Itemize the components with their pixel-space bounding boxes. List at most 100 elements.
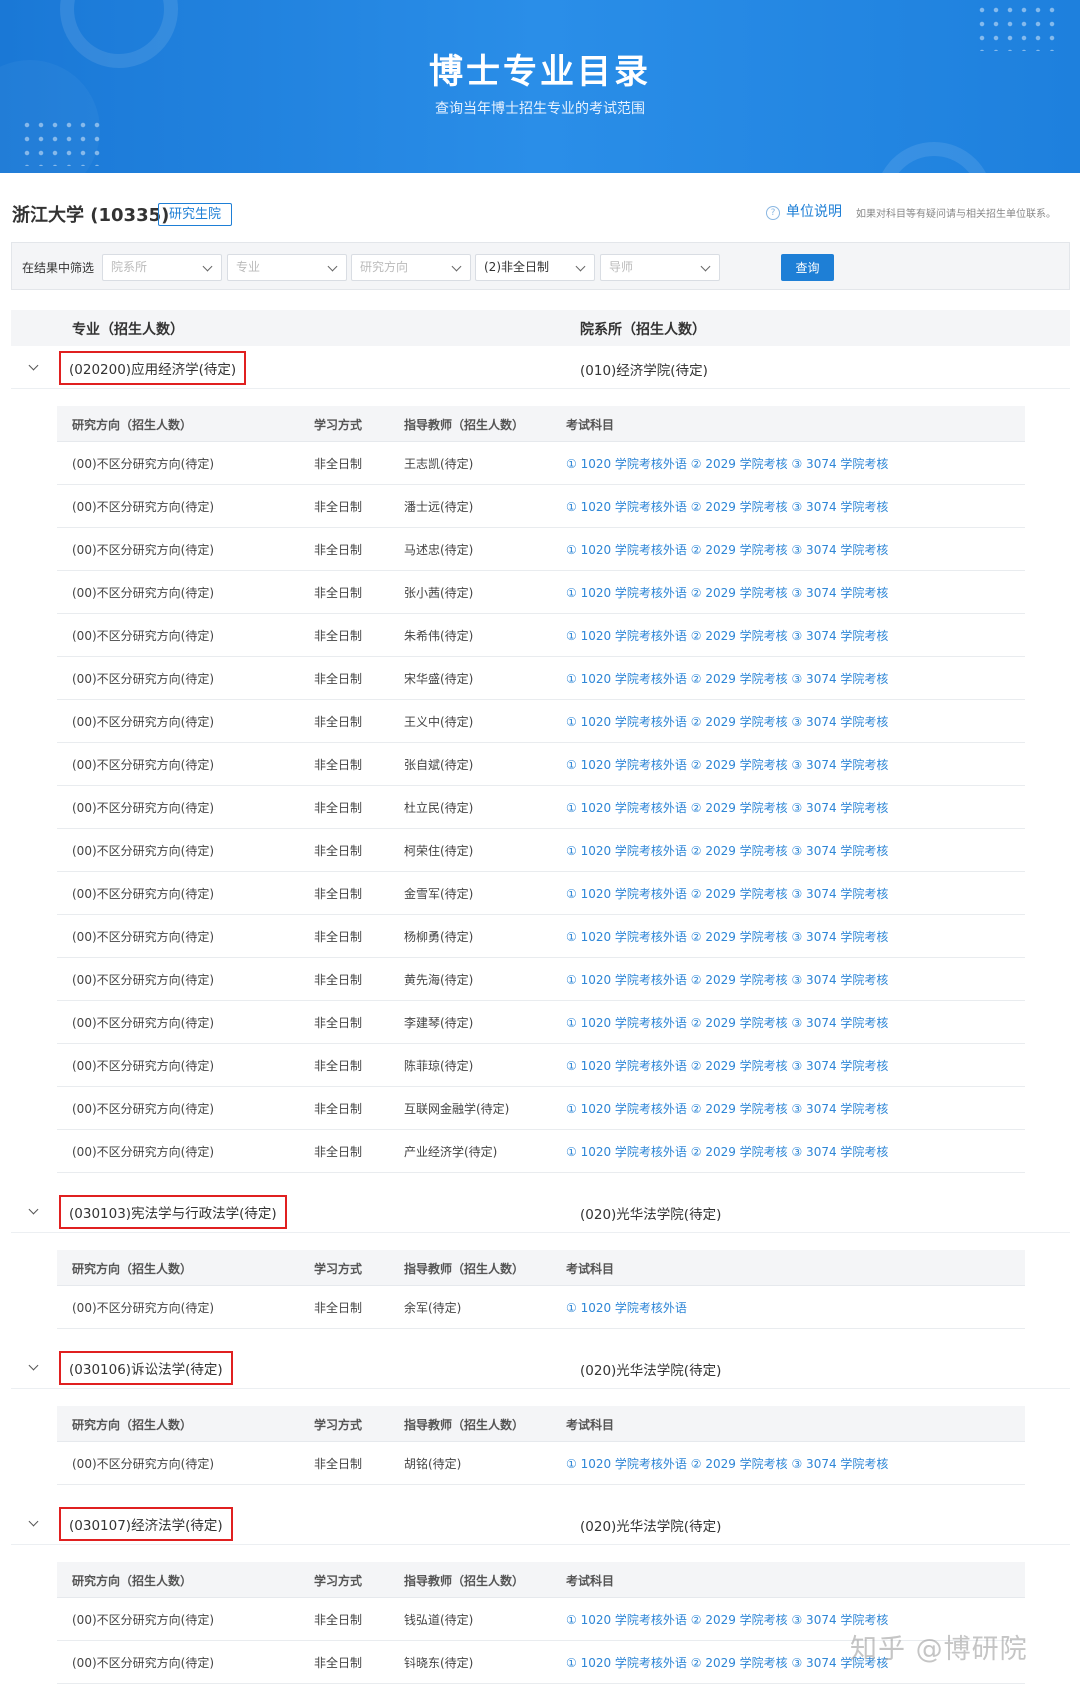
- col-advisor-header: 指导教师（招生人数）: [404, 1262, 525, 1276]
- advisor-cell: 王义中(待定): [404, 715, 474, 729]
- advisor-cell: 钭晓东(待定): [404, 1656, 474, 1670]
- sub-table: 研究方向（招生人数） 学习方式 指导教师（招生人数） 考试科目 (00)不区分研究方向(…: [57, 406, 1025, 1173]
- table-row: (00)不区分研究方向(待定) 非全日制 马述忠(待定) ① 1020 学院考核外语 …: [57, 528, 1025, 571]
- page-subtitle: 查询当年博士招生专业的考试范围: [435, 101, 645, 117]
- chevron-down-icon: [327, 261, 338, 272]
- table-row: (00)不区分研究方向(待定) 非全日制 王志凯(待定) ① 1020 学院考核外语 …: [57, 442, 1025, 485]
- advisor-cell: 互联网金融学(待定): [404, 1102, 510, 1116]
- mode-cell: 非全日制: [314, 1656, 363, 1670]
- mode-cell: 非全日制: [314, 1016, 363, 1030]
- major-name[interactable]: (030103)宪法学与行政法学(待定): [59, 1195, 287, 1229]
- chevron-down-icon[interactable]: [28, 1360, 39, 1371]
- major-name[interactable]: (030107)经济法学(待定): [59, 1507, 233, 1541]
- advisor-cell: 柯荣住(待定): [404, 844, 474, 858]
- table-row: (00)不区分研究方向(待定) 非全日制 胡铭(待定) ① 1020 学院考核外语 ②…: [57, 1442, 1025, 1485]
- major-select[interactable]: 专业: [227, 254, 347, 281]
- mode-cell: 非全日制: [314, 973, 363, 987]
- sub-table-header: 研究方向（招生人数） 学习方式 指导教师（招生人数） 考试科目: [57, 1562, 1025, 1598]
- direction-cell: (00)不区分研究方向(待定): [72, 930, 214, 944]
- major-name[interactable]: (020200)应用经济学(待定): [59, 351, 247, 385]
- department-name: (010)经济学院(待定): [580, 363, 708, 379]
- exam-subjects-link[interactable]: ① 1020 学院考核外语 ② 2029 学院考核 ③ 3074 学院考核: [566, 885, 888, 902]
- department-name: (020)光华法学院(待定): [580, 1207, 722, 1223]
- direction-cell: (00)不区分研究方向(待定): [72, 715, 214, 729]
- table-row: (00)不区分研究方向(待定) 非全日制 杜立民(待定) ① 1020 学院考核外语 …: [57, 786, 1025, 829]
- table-row: (00)不区分研究方向(待定) 非全日制 宋华盛(待定) ① 1020 学院考核外语 …: [57, 657, 1025, 700]
- exam-subjects-link[interactable]: ① 1020 学院考核外语 ② 2029 学院考核 ③ 3074 学院考核: [566, 584, 888, 601]
- main-table-header: 专业（招生人数） 院系所（招生人数）: [11, 310, 1070, 346]
- mode-cell: 非全日制: [314, 844, 363, 858]
- mode-cell: 非全日制: [314, 672, 363, 686]
- graduate-school-badge[interactable]: 研究生院: [158, 203, 233, 226]
- unit-note-link[interactable]: ? 单位说明: [766, 201, 842, 221]
- exam-subjects-link[interactable]: ① 1020 学院考核外语 ② 2029 学院考核 ③ 3074 学院考核: [566, 455, 888, 472]
- direction-cell: (00)不区分研究方向(待定): [72, 1457, 214, 1471]
- direction-cell: (00)不区分研究方向(待定): [72, 1613, 214, 1627]
- direction-cell: (00)不区分研究方向(待定): [72, 758, 214, 772]
- col-direction-header: 研究方向（招生人数）: [72, 418, 193, 432]
- exam-subjects-link[interactable]: ① 1020 学院考核外语 ② 2029 学院考核 ③ 3074 学院考核: [566, 541, 888, 558]
- major-row[interactable]: (030107)经济法学(待定) (020)光华法学院(待定): [11, 1504, 1070, 1545]
- exam-subjects-link[interactable]: ① 1020 学院考核外语 ② 2029 学院考核 ③ 3074 学院考核: [566, 1654, 888, 1671]
- exam-subjects-link[interactable]: ① 1020 学院考核外语 ② 2029 学院考核 ③ 3074 学院考核: [566, 799, 888, 816]
- filter-label: 在结果中筛选: [22, 261, 95, 275]
- exam-subjects-link[interactable]: ① 1020 学院考核外语 ② 2029 学院考核 ③ 3074 学院考核: [566, 627, 888, 644]
- direction-cell: (00)不区分研究方向(待定): [72, 586, 214, 600]
- advisor-select[interactable]: 导师: [600, 254, 720, 281]
- mode-cell: 非全日制: [314, 586, 363, 600]
- chevron-down-icon[interactable]: [28, 360, 39, 371]
- sub-table-header: 研究方向（招生人数） 学习方式 指导教师（招生人数） 考试科目: [57, 1250, 1025, 1286]
- table-row: (00)不区分研究方向(待定) 非全日制 张小茜(待定) ① 1020 学院考核外语 …: [57, 571, 1025, 614]
- major-row[interactable]: (030106)诉讼法学(待定) (020)光华法学院(待定): [11, 1348, 1070, 1389]
- advisor-cell: 产业经济学(待定): [404, 1145, 498, 1159]
- mode-cell: 非全日制: [314, 500, 363, 514]
- exam-subjects-link[interactable]: ① 1020 学院考核外语 ② 2029 学院考核 ③ 3074 学院考核: [566, 670, 888, 687]
- mode-cell: 非全日制: [314, 1102, 363, 1116]
- advisor-cell: 黄先海(待定): [404, 973, 474, 987]
- major-row[interactable]: (030103)宪法学与行政法学(待定) (020)光华法学院(待定): [11, 1192, 1070, 1233]
- direction-cell: (00)不区分研究方向(待定): [72, 629, 214, 643]
- watermark: 知乎 @博研院: [850, 1634, 1028, 1665]
- col-exam-header: 考试科目: [566, 1574, 615, 1588]
- exam-subjects-link[interactable]: ① 1020 学院考核外语 ② 2029 学院考核 ③ 3074 学院考核: [566, 971, 888, 988]
- exam-subjects-link[interactable]: ① 1020 学院考核外语 ② 2029 学院考核 ③ 3074 学院考核: [566, 842, 888, 859]
- exam-subjects-link[interactable]: ① 1020 学院考核外语 ② 2029 学院考核 ③ 3074 学院考核: [566, 713, 888, 730]
- advisor-cell: 余军(待定): [404, 1301, 462, 1315]
- university-name: 浙江大学 (10335): [12, 205, 170, 226]
- chevron-down-icon: [202, 261, 213, 272]
- exam-subjects-link[interactable]: ① 1020 学院考核外语 ② 2029 学院考核 ③ 3074 学院考核: [566, 1014, 888, 1031]
- exam-subjects-link[interactable]: ① 1020 学院考核外语 ② 2029 学院考核 ③ 3074 学院考核: [566, 756, 888, 773]
- table-row: (00)不区分研究方向(待定) 非全日制 产业经济学(待定) ① 1020 学院考核外…: [57, 1130, 1025, 1173]
- exam-subjects-link[interactable]: ① 1020 学院考核外语: [566, 1299, 687, 1316]
- exam-subjects-link[interactable]: ① 1020 学院考核外语 ② 2029 学院考核 ③ 3074 学院考核: [566, 498, 888, 515]
- chevron-down-icon[interactable]: [28, 1516, 39, 1527]
- advisor-cell: 张小茜(待定): [404, 586, 474, 600]
- study-mode-select[interactable]: (2)非全日制: [475, 254, 595, 281]
- department-select[interactable]: 院系所: [102, 254, 222, 281]
- query-button[interactable]: 查询: [781, 254, 834, 281]
- mode-cell: 非全日制: [314, 930, 363, 944]
- exam-subjects-link[interactable]: ① 1020 学院考核外语 ② 2029 学院考核 ③ 3074 学院考核: [566, 1057, 888, 1074]
- chevron-down-icon[interactable]: [28, 1204, 39, 1215]
- col-mode-header: 学习方式: [314, 1262, 363, 1276]
- page-title: 博士专业目录: [429, 52, 651, 92]
- exam-subjects-link[interactable]: ① 1020 学院考核外语 ② 2029 学院考核 ③ 3074 学院考核: [566, 1611, 888, 1628]
- major-row[interactable]: (020200)应用经济学(待定) (010)经济学院(待定): [11, 348, 1070, 389]
- exam-subjects-link[interactable]: ① 1020 学院考核外语 ② 2029 学院考核 ③ 3074 学院考核: [566, 928, 888, 945]
- table-row: (00)不区分研究方向(待定) 非全日制 张自斌(待定) ① 1020 学院考核外语 …: [57, 743, 1025, 786]
- exam-subjects-link[interactable]: ① 1020 学院考核外语 ② 2029 学院考核 ③ 3074 学院考核: [566, 1143, 888, 1160]
- major-name[interactable]: (030106)诉讼法学(待定): [59, 1351, 233, 1385]
- advisor-cell: 李建琴(待定): [404, 1016, 474, 1030]
- exam-subjects-link[interactable]: ① 1020 学院考核外语 ② 2029 学院考核 ③ 3074 学院考核: [566, 1455, 888, 1472]
- col-direction-header: 研究方向（招生人数）: [72, 1262, 193, 1276]
- direction-cell: (00)不区分研究方向(待定): [72, 1016, 214, 1030]
- table-row: (00)不区分研究方向(待定) 非全日制 杨柳勇(待定) ① 1020 学院考核外语 …: [57, 915, 1025, 958]
- col-mode-header: 学习方式: [314, 418, 363, 432]
- col-exam-header: 考试科目: [566, 1262, 615, 1276]
- table-row: (00)不区分研究方向(待定) 非全日制 李建琴(待定) ① 1020 学院考核外语 …: [57, 1001, 1025, 1044]
- exam-subjects-link[interactable]: ① 1020 学院考核外语 ② 2029 学院考核 ③ 3074 学院考核: [566, 1100, 888, 1117]
- chevron-down-icon: [575, 261, 586, 272]
- research-direction-select[interactable]: 研究方向: [351, 254, 471, 281]
- mode-cell: 非全日制: [314, 758, 363, 772]
- table-row: (00)不区分研究方向(待定) 非全日制 柯荣住(待定) ① 1020 学院考核外语 …: [57, 829, 1025, 872]
